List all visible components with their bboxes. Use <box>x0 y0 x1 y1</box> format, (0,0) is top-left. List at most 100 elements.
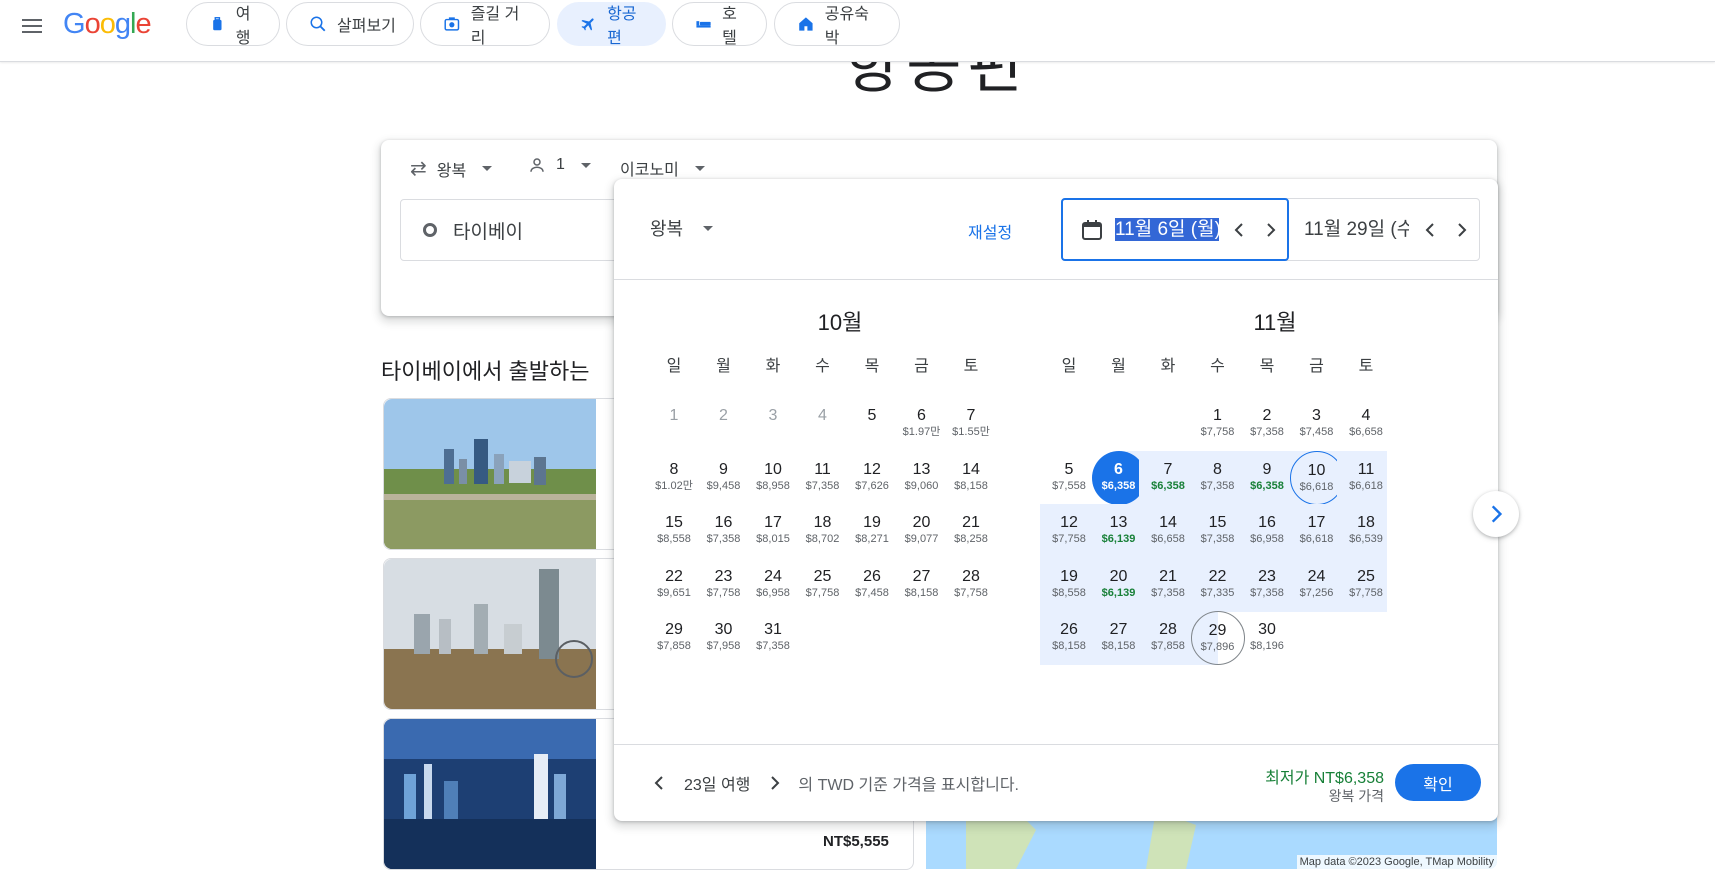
day-number: 28 <box>1159 621 1177 638</box>
calendar-day[interactable]: 31 $7,358 <box>746 611 800 665</box>
calendar-day[interactable]: 5 <box>845 397 899 451</box>
day-price: $6,358 <box>1250 479 1284 492</box>
day-number: 22 <box>665 567 683 585</box>
dialog-trip-type-select[interactable]: 왕복 <box>650 215 714 241</box>
calendar-day[interactable]: 6 $6,358 <box>1091 450 1146 505</box>
return-date-value[interactable]: 11월 29일 (수) <box>1304 218 1409 241</box>
calendar-day[interactable]: 15 $8,558 <box>647 504 701 558</box>
calendar-day[interactable]: 27 $8,158 <box>1092 611 1146 665</box>
calendar-day[interactable]: 3 $7,458 <box>1290 397 1344 451</box>
chevron-right-icon[interactable] <box>1260 220 1280 240</box>
calendar-day[interactable]: 23 $7,758 <box>697 558 751 612</box>
calendar-day[interactable]: 12 $7,758 <box>1042 504 1096 558</box>
calendar-day[interactable]: 6 $1.97만 <box>895 397 949 451</box>
date-fields: 11월 6일 (월) 11월 29일 (수) <box>1061 198 1480 261</box>
day-number: 18 <box>1357 514 1375 531</box>
nav-travel-chip[interactable]: 여행 <box>186 2 280 47</box>
calendar-day[interactable]: 1 $7,758 <box>1191 397 1245 451</box>
calendar-day[interactable]: 26 $7,458 <box>845 558 899 612</box>
calendar-day[interactable]: 7 $6,358 <box>1141 451 1195 505</box>
nav-things-to-do-chip[interactable]: 즐길 거리 <box>420 2 550 47</box>
calendar-day[interactable]: 17 $8,015 <box>746 504 800 558</box>
day-price: $7,896 <box>1200 641 1235 653</box>
calendar-day[interactable]: 13 $9,060 <box>895 451 949 505</box>
nav-explore-chip[interactable]: 살펴보기 <box>286 2 414 46</box>
calendar-day[interactable]: 14 $6,658 <box>1141 504 1195 558</box>
cabin-class-select[interactable]: 이코노미 <box>620 156 705 180</box>
top-bar: Google 여행 살펴보기 즐길 거리 항공편 호텔 공유숙박 <box>0 0 1715 62</box>
calendar-day[interactable]: 11 $7,358 <box>796 451 850 505</box>
calendar-day[interactable]: 17 $6,618 <box>1290 504 1344 558</box>
calendar-day[interactable]: 2 $7,358 <box>1240 397 1294 451</box>
calendar-day[interactable]: 29 $7,858 <box>647 611 701 665</box>
calendar-day[interactable]: 29 $7,896 <box>1190 611 1245 665</box>
calendar-day[interactable]: 23 $7,358 <box>1240 558 1294 612</box>
trip-type-select[interactable]: ⇄ 왕복 <box>410 156 493 181</box>
departure-date-input[interactable]: 11월 6일 (월) <box>1061 198 1289 261</box>
calendar-day[interactable]: 30 $7,958 <box>697 611 751 665</box>
calendar-day[interactable]: 18 $8,702 <box>796 504 850 558</box>
calendar-day[interactable]: 7 $1.55만 <box>944 397 998 451</box>
next-month-button[interactable] <box>1473 491 1519 537</box>
calendar-day[interactable]: 24 $6,958 <box>746 558 800 612</box>
calendar-day[interactable]: 13 $6,139 <box>1092 504 1146 558</box>
menu-icon[interactable] <box>20 14 44 38</box>
destination-image-bangkok <box>384 559 596 709</box>
nav-flights-chip[interactable]: 항공편 <box>557 2 666 47</box>
chevron-down-icon <box>694 165 705 171</box>
calendar-day[interactable]: 24 $7,256 <box>1290 558 1344 612</box>
calendar-day[interactable]: 21 $7,358 <box>1141 558 1195 612</box>
chevron-left-icon[interactable] <box>1421 220 1441 240</box>
calendar-day[interactable]: 10 $8,958 <box>746 451 800 505</box>
month-title: 10월 <box>817 310 863 335</box>
calendar-day[interactable]: 28 $7,758 <box>944 558 998 612</box>
calendar-day[interactable]: 12 $7,626 <box>845 451 899 505</box>
calendar-day[interactable]: 10 $6,618 <box>1289 450 1344 505</box>
calendar-day[interactable]: 9 $6,358 <box>1240 451 1294 505</box>
calendar-day[interactable]: 16 $6,958 <box>1240 504 1294 558</box>
chevron-left-icon[interactable] <box>1230 220 1250 240</box>
day-price: $9,060 <box>904 479 939 492</box>
calendar-day[interactable]: 30 $8,196 <box>1240 611 1294 665</box>
calendar-day[interactable]: 20 $9,077 <box>895 504 949 558</box>
calendar-day[interactable]: 25 $7,758 <box>1339 558 1393 612</box>
calendar-day[interactable]: 25 $7,758 <box>796 558 850 612</box>
calendar-day[interactable]: 9 $9,458 <box>697 451 751 505</box>
reset-button[interactable]: 재설정 <box>968 219 1012 243</box>
calendar-day[interactable]: 5 $7,558 <box>1042 451 1096 505</box>
nav-hotels-chip[interactable]: 호텔 <box>672 2 767 47</box>
calendar-day[interactable]: 15 $7,358 <box>1191 504 1245 558</box>
confirm-button[interactable]: 확인 <box>1395 764 1481 801</box>
calendar-day[interactable]: 21 $8,258 <box>944 504 998 558</box>
calendar-day[interactable]: 8 $7,358 <box>1191 451 1245 505</box>
chevron-right-icon[interactable] <box>764 773 784 793</box>
calendar-day[interactable]: 20 $6,139 <box>1092 558 1146 612</box>
passengers-select[interactable]: 1 <box>528 156 591 174</box>
calendar-day[interactable]: 18 $6,539 <box>1339 504 1393 558</box>
day-price: $8,702 <box>805 533 840 545</box>
day-number: 17 <box>1307 514 1326 531</box>
google-logo[interactable]: Google <box>63 8 152 41</box>
calendar-day[interactable]: 4 $6,658 <box>1339 397 1393 451</box>
day-number: 15 <box>1208 514 1227 531</box>
calendar-day[interactable]: 19 $8,271 <box>845 504 899 558</box>
weekday-label: 목 <box>1259 358 1275 375</box>
day-price: $6,358 <box>1101 479 1136 492</box>
day-price: $7,758 <box>1200 426 1235 438</box>
day-price: $8,015 <box>756 533 790 545</box>
calendar-day[interactable]: 11 $6,618 <box>1339 451 1393 505</box>
calendar-day[interactable]: 8 $1.02만 <box>647 451 701 505</box>
chevron-down-icon <box>580 162 591 168</box>
nav-vacation-rentals-chip[interactable]: 공유숙박 <box>774 2 900 47</box>
calendar-day[interactable]: 26 $8,158 <box>1042 611 1096 665</box>
calendar-day[interactable]: 28 $7,858 <box>1141 611 1195 665</box>
calendar-day[interactable]: 14 $8,158 <box>944 451 998 505</box>
calendar-day[interactable]: 22 $9,651 <box>647 558 701 612</box>
day-number: 4 <box>818 407 827 424</box>
calendar-day[interactable]: 19 $8,558 <box>1042 558 1096 612</box>
calendar-day[interactable]: 22 $7,335 <box>1191 558 1245 612</box>
calendar-day[interactable]: 16 $7,358 <box>697 504 751 558</box>
chevron-left-icon[interactable] <box>650 773 670 793</box>
chevron-right-icon[interactable] <box>1451 220 1471 240</box>
calendar-day[interactable]: 27 $8,158 <box>895 558 949 612</box>
